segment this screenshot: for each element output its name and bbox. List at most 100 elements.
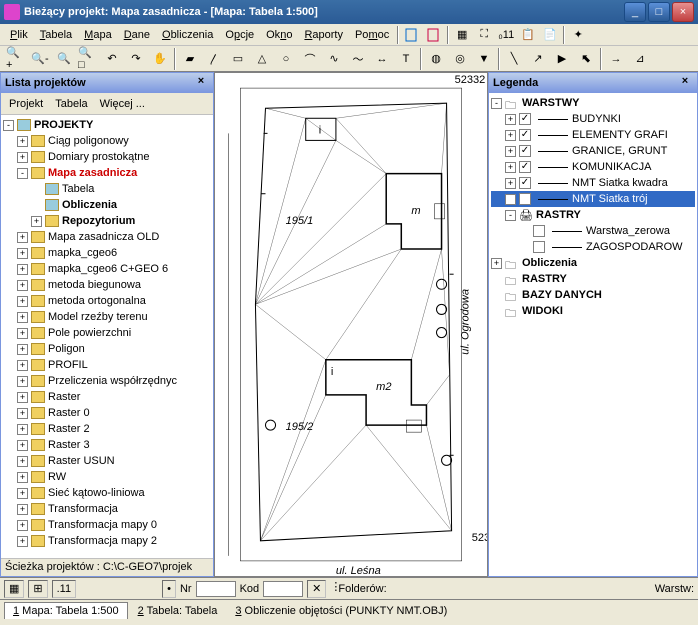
dimension-icon[interactable]: ↔: [371, 48, 393, 70]
edit-icon[interactable]: ╲: [503, 48, 525, 70]
menu-mapa[interactable]: Mapa: [78, 27, 118, 43]
tree-item[interactable]: +PROFIL: [3, 357, 211, 373]
menu-pomoc[interactable]: Pomoc: [349, 27, 395, 43]
status-dot-icon[interactable]: •: [162, 580, 176, 598]
legend-raster-item[interactable]: ZAGOSPODAROW: [491, 239, 695, 255]
text-icon[interactable]: T: [395, 48, 417, 70]
hatch-icon[interactable]: ◍: [425, 48, 447, 70]
doc-tab[interactable]: 3 Obliczenie objętości (PUNKTY NMT.OBJ): [227, 603, 455, 619]
legend-panel-close-icon[interactable]: ×: [677, 75, 693, 91]
menu-okno[interactable]: Okno: [260, 27, 298, 43]
doc-tab[interactable]: 2 Tabela: Tabela: [130, 603, 226, 619]
legend-layer[interactable]: +✓GRANICE, GRUNT: [491, 143, 695, 159]
arrow-right-icon[interactable]: →: [605, 48, 627, 70]
rectangle-icon[interactable]: ▭: [227, 48, 249, 70]
tree-item[interactable]: +Sieć kątowo-liniowa: [3, 485, 211, 501]
zoom-next-icon[interactable]: ↷: [125, 48, 147, 70]
tree-item[interactable]: +Transformacja: [3, 501, 211, 517]
tree-item[interactable]: +Poligon: [3, 341, 211, 357]
legend-layer[interactable]: +✓NMT Siatka kwadra: [491, 175, 695, 191]
legend-extra[interactable]: 🗀BAZY DANYCH: [491, 287, 695, 303]
circle-icon[interactable]: ○: [275, 48, 297, 70]
splitter[interactable]: ⋮: [330, 580, 334, 598]
projects-tab-more[interactable]: Więcej ...: [94, 96, 151, 112]
fill-icon[interactable]: ◎: [449, 48, 471, 70]
zoom-in-icon[interactable]: 🔍+: [5, 48, 27, 70]
polyline-icon[interactable]: 〳: [203, 48, 225, 70]
legend-root[interactable]: -🗀WARSTWY: [491, 95, 695, 111]
zoom-window-icon[interactable]: 🔍: [53, 48, 75, 70]
projects-tree[interactable]: -PROJEKTY+Ciąg poligonowy+Domiary prosto…: [1, 115, 213, 558]
menu-opcje[interactable]: Opcje: [219, 27, 260, 43]
tree-item[interactable]: +Pole powierzchni: [3, 325, 211, 341]
toolbar-icon-3[interactable]: ▦: [452, 25, 472, 45]
tree-item[interactable]: -Mapa zasadnicza: [3, 165, 211, 181]
tree-item[interactable]: +mapka_cgeo6: [3, 245, 211, 261]
close-button[interactable]: ×: [672, 2, 694, 22]
move-icon[interactable]: ↗: [527, 48, 549, 70]
tree-item[interactable]: +Raster 2: [3, 421, 211, 437]
tree-item[interactable]: +Raster 0: [3, 405, 211, 421]
tree-item[interactable]: +Raster 3: [3, 437, 211, 453]
spline-icon[interactable]: 〜: [347, 48, 369, 70]
minimize-button[interactable]: _: [624, 2, 646, 22]
legend-extra[interactable]: +🗀Obliczenia: [491, 255, 695, 271]
projects-panel-close-icon[interactable]: ×: [193, 75, 209, 91]
triangle-icon[interactable]: △: [251, 48, 273, 70]
menu-plik[interactable]: Plik: [4, 27, 34, 43]
tree-item[interactable]: +mapka_cgeo6 C+GEO 6: [3, 261, 211, 277]
polygon-fill-icon[interactable]: ▰: [179, 48, 201, 70]
tree-item[interactable]: +Transformacja mapy 0: [3, 517, 211, 533]
legend-layer[interactable]: +✓NMT Siatka trój: [491, 191, 695, 207]
status-kod-input[interactable]: [263, 581, 303, 597]
pan-icon[interactable]: ✋: [149, 48, 171, 70]
projects-tab-tabela[interactable]: Tabela: [49, 96, 93, 112]
menu-obliczenia[interactable]: Obliczenia: [156, 27, 219, 43]
tree-item[interactable]: +RW: [3, 469, 211, 485]
zoom-out-icon[interactable]: 🔍-: [29, 48, 51, 70]
legend-layer[interactable]: +✓ELEMENTY GRAFI: [491, 127, 695, 143]
curve-icon[interactable]: ∿: [323, 48, 345, 70]
map-canvas[interactable]: i m m2 i: [214, 72, 488, 577]
legend-extra[interactable]: 🗀RASTRY: [491, 271, 695, 287]
menu-dane[interactable]: Dane: [118, 27, 156, 43]
status-nr-input[interactable]: [196, 581, 236, 597]
dropdown-icon[interactable]: ▼: [473, 48, 495, 70]
legend-rastry[interactable]: -🖨RASTRY: [491, 207, 695, 223]
toolbar-icon-7[interactable]: 📄: [540, 25, 560, 45]
toolbar-icon-8[interactable]: ✦: [568, 25, 588, 45]
status-hatch-icon[interactable]: ⊞: [28, 580, 47, 598]
status-grid-icon[interactable]: ▦: [4, 580, 24, 598]
toolbar-icon-1[interactable]: [402, 25, 422, 45]
tree-item[interactable]: +Domiary prostokątne: [3, 149, 211, 165]
tree-item[interactable]: +Transformacja mapy 2: [3, 533, 211, 549]
measure-icon[interactable]: ⊿: [629, 48, 651, 70]
status-x-icon[interactable]: ✕: [307, 580, 326, 598]
tree-item[interactable]: +Model rzeźby terenu: [3, 309, 211, 325]
tree-item[interactable]: +Raster USUN: [3, 453, 211, 469]
toolbar-icon-5[interactable]: ₀11: [496, 25, 516, 45]
legend-layer[interactable]: +✓KOMUNIKACJA: [491, 159, 695, 175]
toolbar-icon-6[interactable]: 📋: [518, 25, 538, 45]
projects-tab-projekt[interactable]: Projekt: [3, 96, 49, 112]
tree-item[interactable]: +Ciąg poligonowy: [3, 133, 211, 149]
tree-item[interactable]: +Mapa zasadnicza OLD: [3, 229, 211, 245]
legend-layer[interactable]: +✓BUDYNKI: [491, 111, 695, 127]
menu-tabela[interactable]: Tabela: [34, 27, 78, 43]
cursor-icon[interactable]: ⬉: [575, 48, 597, 70]
toolbar-icon-2[interactable]: [424, 25, 444, 45]
menu-raporty[interactable]: Raporty: [298, 27, 349, 43]
zoom-extent-icon[interactable]: 🔍□: [77, 48, 99, 70]
tree-item[interactable]: +Raster: [3, 389, 211, 405]
tree-child[interactable]: Obliczenia: [3, 197, 211, 213]
legend-tree[interactable]: -🗀WARSTWY+✓BUDYNKI+✓ELEMENTY GRAFI+✓GRAN…: [489, 93, 697, 576]
toolbar-icon-4[interactable]: ⛶: [474, 25, 494, 45]
arc-icon[interactable]: ⌒: [299, 48, 321, 70]
select-arrow-icon[interactable]: ▶: [551, 48, 573, 70]
zoom-prev-icon[interactable]: ↶: [101, 48, 123, 70]
legend-raster-item[interactable]: Warstwa_zerowa: [491, 223, 695, 239]
doc-tab[interactable]: 1 Mapa: Tabela 1:500: [4, 602, 128, 619]
tree-item[interactable]: +metoda biegunowa: [3, 277, 211, 293]
tree-child[interactable]: Tabela: [3, 181, 211, 197]
maximize-button[interactable]: □: [648, 2, 670, 22]
